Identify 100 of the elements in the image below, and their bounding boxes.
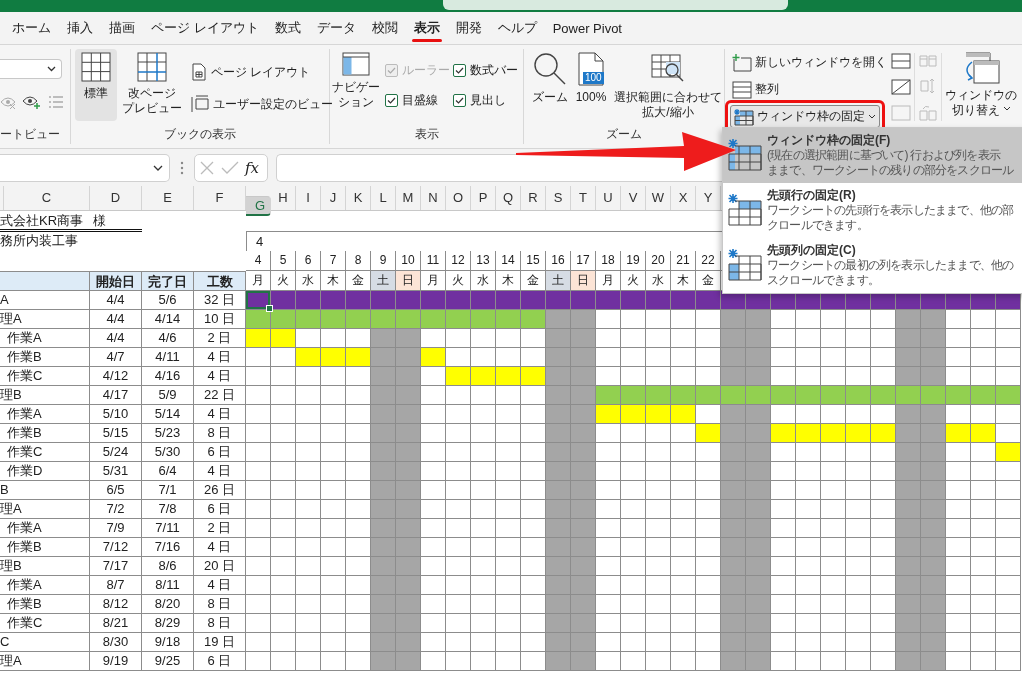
window-button[interactable]: 整列 xyxy=(730,78,781,101)
insert-function-button[interactable]: fx xyxy=(245,158,259,177)
column-header[interactable]: D xyxy=(90,186,142,210)
ribbon-tab[interactable]: ページ レイアウト xyxy=(143,12,267,44)
column-header[interactable]: L xyxy=(371,186,396,210)
table-cell: 4/7 xyxy=(90,348,142,367)
table-cell: 作業D xyxy=(0,462,90,481)
table-cell: 4/12 xyxy=(90,367,142,386)
tab-underline xyxy=(411,39,442,42)
reset-position-icon[interactable] xyxy=(919,105,937,121)
sheet-view-dropdown[interactable] xyxy=(0,59,62,79)
column-header[interactable]: E xyxy=(142,186,194,210)
column-header[interactable]: Q xyxy=(496,186,521,210)
column-header[interactable]: P xyxy=(471,186,496,210)
zoom-button[interactable]: ズーム xyxy=(530,49,570,108)
checkbox[interactable] xyxy=(453,94,466,107)
table-cell: 日 xyxy=(396,271,421,291)
navigation-button[interactable]: ナビゲー ション xyxy=(333,49,379,113)
table-header: 完了日 xyxy=(142,271,194,291)
table-cell: 水 xyxy=(471,271,496,291)
ribbon-tab[interactable]: Power Pivot xyxy=(544,12,630,44)
window-button[interactable]: ウィンドウ枠の固定 xyxy=(730,105,880,128)
column-header[interactable]: Y xyxy=(696,186,721,210)
column-header[interactable]: T xyxy=(571,186,596,210)
eye-icon[interactable] xyxy=(22,94,42,110)
table-cell: B xyxy=(0,481,90,500)
column-header[interactable]: J xyxy=(321,186,346,210)
table-cell: 4/11 xyxy=(142,348,194,367)
split-icon[interactable] xyxy=(891,53,911,69)
name-box[interactable] xyxy=(0,153,170,182)
fill-handle[interactable] xyxy=(266,305,273,312)
table-cell: 木 xyxy=(496,271,521,291)
column-header[interactable]: U xyxy=(596,186,621,210)
ribbon-tab[interactable]: 挿入 xyxy=(59,12,101,44)
column-header[interactable]: S xyxy=(546,186,571,210)
table-cell: 7/2 xyxy=(90,500,142,519)
freeze-panes-icon xyxy=(734,107,754,126)
column-header[interactable]: C xyxy=(4,186,90,210)
table-cell: 7/16 xyxy=(142,538,194,557)
search-box[interactable] xyxy=(443,0,788,10)
table-cell: 作業C xyxy=(0,367,90,386)
view-button[interactable]: ページ レイアウト xyxy=(189,61,335,83)
menu-item[interactable]: ウィンドウ枠の固定(F) (現在の選択範囲に基づいて) 行および列を表示 ままで、ワークシートの残りの部分をスクロール xyxy=(723,128,1022,183)
table-cell: 5/23 xyxy=(142,424,194,443)
view-button[interactable]: ユーザー設定のビュー xyxy=(189,93,335,115)
column-header[interactable]: R xyxy=(521,186,546,210)
column-header[interactable]: X xyxy=(671,186,696,210)
checkbox[interactable] xyxy=(385,94,398,107)
check-icon[interactable] xyxy=(221,160,239,175)
grid-icon xyxy=(81,52,111,82)
hide-window-icon[interactable] xyxy=(891,79,911,95)
ribbon-tab[interactable]: データ xyxy=(308,12,364,44)
table-cell: 4/14 xyxy=(142,310,194,329)
table-cell: 9/18 xyxy=(142,633,194,652)
table-cell: 6/5 xyxy=(90,481,142,500)
ribbon-tab[interactable]: ホーム xyxy=(4,12,59,44)
column-header[interactable]: G xyxy=(246,196,271,216)
search-icon xyxy=(533,52,567,86)
view-button[interactable]: 標準 xyxy=(75,49,117,121)
chevron-icon xyxy=(153,164,163,171)
sync-scroll-icon[interactable] xyxy=(919,77,937,95)
column-header[interactable]: O xyxy=(446,186,471,210)
table-cell: 5/31 xyxy=(90,462,142,481)
view-button[interactable]: 改ページ プレビュー xyxy=(120,49,184,121)
table-cell: 金 xyxy=(346,271,371,291)
checkbox-label: 目盛線 xyxy=(402,92,438,109)
table-cell: 金 xyxy=(521,271,546,291)
zoom-button[interactable]: 選択範囲に合わせて 拡大/縮小 xyxy=(612,49,724,123)
ribbon-tab[interactable]: 表示 xyxy=(405,12,448,44)
column-header[interactable]: H xyxy=(271,186,296,210)
list-icon[interactable] xyxy=(48,95,64,109)
ribbon-tab[interactable]: 描画 xyxy=(101,12,143,44)
table-cell: 理A xyxy=(0,500,90,519)
table-cell: 作業A xyxy=(0,576,90,595)
ribbon-tab[interactable]: 校閲 xyxy=(363,12,406,44)
column-header[interactable]: I xyxy=(296,186,321,210)
ribbon-tab[interactable]: ヘルプ xyxy=(489,12,545,44)
table-cell: 作業A xyxy=(0,405,90,424)
column-header[interactable]: K xyxy=(346,186,371,210)
column-header[interactable]: W xyxy=(646,186,671,210)
checkbox[interactable] xyxy=(453,64,466,77)
column-header[interactable]: V xyxy=(621,186,646,210)
table-cell: 8/6 xyxy=(142,557,194,576)
cancel-icon[interactable] xyxy=(199,159,215,176)
column-header[interactable]: N xyxy=(421,186,446,210)
window-icon[interactable] xyxy=(891,105,911,121)
table-cell: 7/12 xyxy=(90,538,142,557)
column-header[interactable]: M xyxy=(396,186,421,210)
window-button[interactable]: 新しいウィンドウを開く xyxy=(730,51,889,74)
ribbon-tab[interactable]: 開発 xyxy=(447,12,490,44)
freeze-icon xyxy=(727,193,763,227)
ribbon-tab[interactable]: 数式 xyxy=(266,12,309,44)
more-options-icon[interactable] xyxy=(180,160,184,175)
zoom-button[interactable]: 100 100% xyxy=(572,49,610,108)
table-cell: 7/9 xyxy=(90,519,142,538)
side-by-side-icon[interactable] xyxy=(919,53,937,67)
switch-windows-button[interactable]: ウィンドウの 切り替え xyxy=(944,49,1018,121)
table-cell: 作業C xyxy=(0,443,90,462)
table-cell: 6/4 xyxy=(142,462,194,481)
table-cell: 作業A xyxy=(0,329,90,348)
